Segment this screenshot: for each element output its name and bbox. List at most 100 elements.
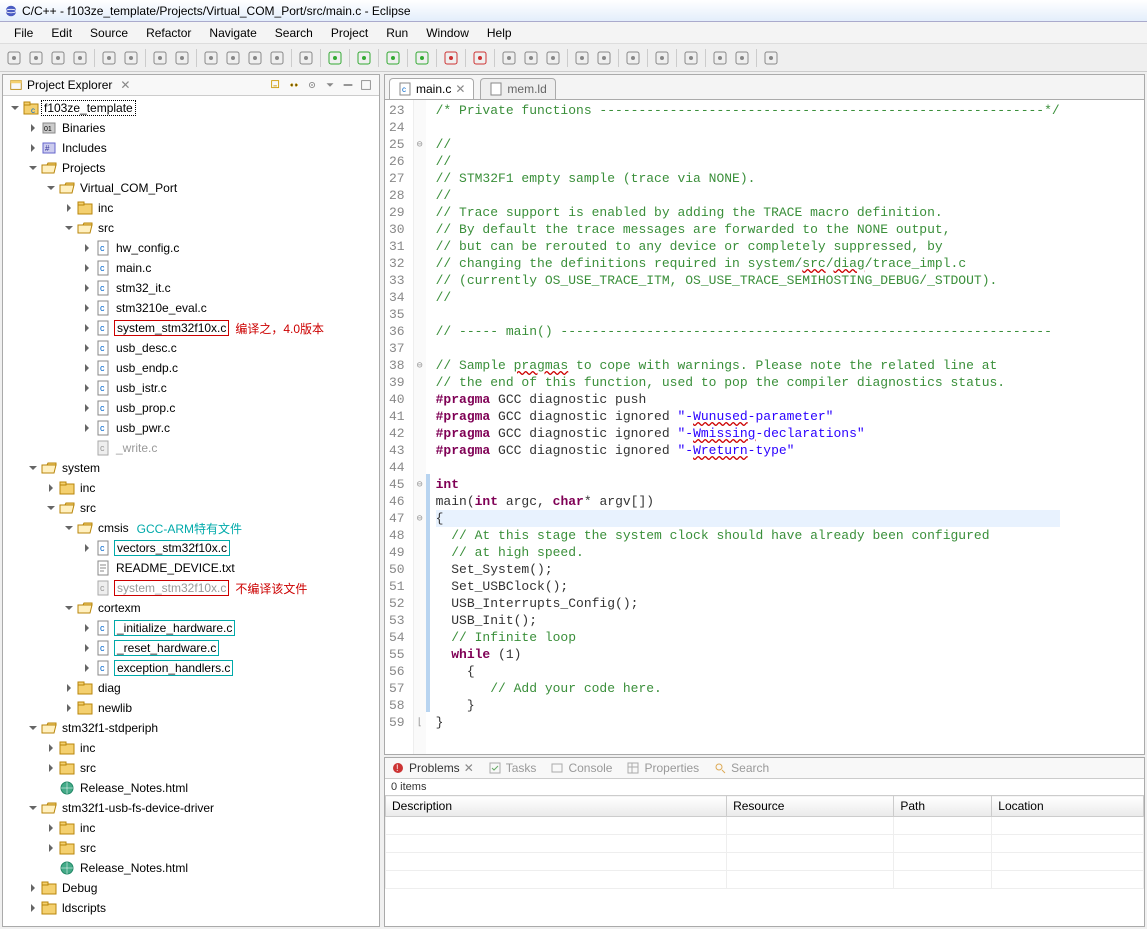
build-button[interactable]	[99, 48, 119, 68]
minimize-icon[interactable]	[341, 78, 355, 92]
tree-item[interactable]: cusb_prop.c	[3, 398, 379, 418]
tree-item[interactable]: c_initialize_hardware.c	[3, 618, 379, 638]
tree-item[interactable]: stm32f1-usb-fs-device-driver	[3, 798, 379, 818]
tree-toggle-icon[interactable]	[81, 282, 93, 294]
tree-toggle-icon[interactable]	[81, 402, 93, 414]
nav-back-button[interactable]	[710, 48, 730, 68]
tree-item[interactable]: ldscripts	[3, 898, 379, 918]
tree-toggle-icon[interactable]	[63, 522, 75, 534]
tree-toggle-icon[interactable]	[81, 622, 93, 634]
tree-toggle-icon[interactable]	[45, 482, 57, 494]
tree-item[interactable]: Projects	[3, 158, 379, 178]
tree-item[interactable]: cmain.c	[3, 258, 379, 278]
menu-search[interactable]: Search	[267, 24, 321, 42]
project-tree[interactable]: cf103ze_template01Binaries#IncludesProje…	[3, 96, 379, 926]
new-button[interactable]	[4, 48, 24, 68]
tree-toggle-icon[interactable]	[81, 642, 93, 654]
debug-button[interactable]	[354, 48, 374, 68]
new-class-button[interactable]	[267, 48, 287, 68]
perspective-button[interactable]	[681, 48, 701, 68]
tab-console[interactable]: Console	[550, 761, 612, 775]
menu-source[interactable]: Source	[82, 24, 136, 42]
close-tab-icon[interactable]: ✕	[455, 82, 465, 96]
tab-search[interactable]: Search	[713, 761, 769, 775]
tree-toggle-icon[interactable]	[63, 202, 75, 214]
menu-window[interactable]: Window	[418, 24, 477, 42]
collapse-all-icon[interactable]	[269, 78, 283, 92]
tree-toggle-icon[interactable]	[81, 302, 93, 314]
tab-problems[interactable]: ! Problems ✕	[391, 761, 474, 775]
tree-item[interactable]: stm32f1-stdperiph	[3, 718, 379, 738]
close-icon[interactable]: ✕	[120, 78, 130, 92]
tree-item[interactable]: newlib	[3, 698, 379, 718]
fold-column[interactable]: ⊖⊖⊖⊖⌊	[414, 100, 426, 754]
column-header[interactable]: Path	[894, 796, 992, 817]
ruler-button[interactable]	[623, 48, 643, 68]
annotation-button[interactable]	[652, 48, 672, 68]
tab-mem-ld[interactable]: mem.ld	[480, 78, 555, 99]
profile-button[interactable]	[470, 48, 490, 68]
tab-properties[interactable]: Properties	[626, 761, 699, 775]
tree-item[interactable]: cmsisGCC-ARM特有文件	[3, 518, 379, 538]
tree-item[interactable]: Release_Notes.html	[3, 778, 379, 798]
tree-item[interactable]: src	[3, 838, 379, 858]
tree-toggle-icon[interactable]	[81, 422, 93, 434]
menu-file[interactable]: File	[6, 24, 41, 42]
saveall-button[interactable]	[48, 48, 68, 68]
menu-run[interactable]: Run	[378, 24, 416, 42]
external-button[interactable]	[296, 48, 316, 68]
menu-navigate[interactable]: Navigate	[201, 24, 264, 42]
new-wiz-button[interactable]	[201, 48, 221, 68]
tree-toggle-icon[interactable]	[45, 822, 57, 834]
tree-toggle-icon[interactable]	[27, 122, 39, 134]
tree-toggle-icon[interactable]	[9, 102, 21, 114]
tree-item[interactable]: cvectors_stm32f10x.c	[3, 538, 379, 558]
tree-item[interactable]: cusb_pwr.c	[3, 418, 379, 438]
search-button[interactable]	[521, 48, 541, 68]
tree-item[interactable]: Virtual_COM_Port	[3, 178, 379, 198]
print-button[interactable]	[70, 48, 90, 68]
maximize-icon[interactable]	[359, 78, 373, 92]
column-header[interactable]: Resource	[727, 796, 894, 817]
column-header[interactable]: Description	[386, 796, 727, 817]
run-last-button[interactable]	[412, 48, 432, 68]
tree-toggle-icon[interactable]	[27, 142, 39, 154]
tree-item[interactable]: chw_config.c	[3, 238, 379, 258]
coverage-button[interactable]	[441, 48, 461, 68]
tree-toggle-icon[interactable]	[45, 842, 57, 854]
folder-open-button[interactable]	[499, 48, 519, 68]
menu-help[interactable]: Help	[479, 24, 520, 42]
tree-toggle-icon[interactable]	[27, 802, 39, 814]
tree-toggle-icon[interactable]	[81, 382, 93, 394]
tree-toggle-icon[interactable]	[27, 162, 39, 174]
link-editor-icon[interactable]	[287, 78, 301, 92]
tree-toggle-icon[interactable]	[63, 682, 75, 694]
gear-button[interactable]	[172, 48, 192, 68]
nav-fwd-button[interactable]	[732, 48, 752, 68]
tab-main-c[interactable]: c main.c ✕	[389, 78, 474, 99]
more-button[interactable]	[761, 48, 781, 68]
view-menu-icon[interactable]	[323, 78, 337, 92]
code-editor[interactable]: 2324252627282930313233343536373839404142…	[384, 99, 1145, 755]
tree-item[interactable]: 01Binaries	[3, 118, 379, 138]
tree-toggle-icon[interactable]	[45, 742, 57, 754]
tree-toggle-icon[interactable]	[81, 342, 93, 354]
problems-table[interactable]: DescriptionResourcePathLocation	[385, 795, 1144, 889]
tree-toggle-icon[interactable]	[81, 262, 93, 274]
focus-icon[interactable]	[305, 78, 319, 92]
tab-tasks[interactable]: Tasks	[488, 761, 537, 775]
project-explorer-tab[interactable]: Project Explorer ✕	[3, 75, 379, 96]
hammer-button[interactable]	[150, 48, 170, 68]
buildall-button[interactable]	[121, 48, 141, 68]
tree-item[interactable]: csystem_stm32f10x.c编译之，4.0版本	[3, 318, 379, 338]
tree-toggle-icon[interactable]	[45, 182, 57, 194]
tree-toggle-icon[interactable]	[81, 242, 93, 254]
menu-edit[interactable]: Edit	[43, 24, 80, 42]
editor-pin-button[interactable]	[572, 48, 592, 68]
editor-nav-button[interactable]	[594, 48, 614, 68]
tree-item[interactable]: cusb_endp.c	[3, 358, 379, 378]
tree-item[interactable]: Release_Notes.html	[3, 858, 379, 878]
tree-item[interactable]: #Includes	[3, 138, 379, 158]
tree-item[interactable]: c_reset_hardware.c	[3, 638, 379, 658]
tree-toggle-icon[interactable]	[63, 702, 75, 714]
